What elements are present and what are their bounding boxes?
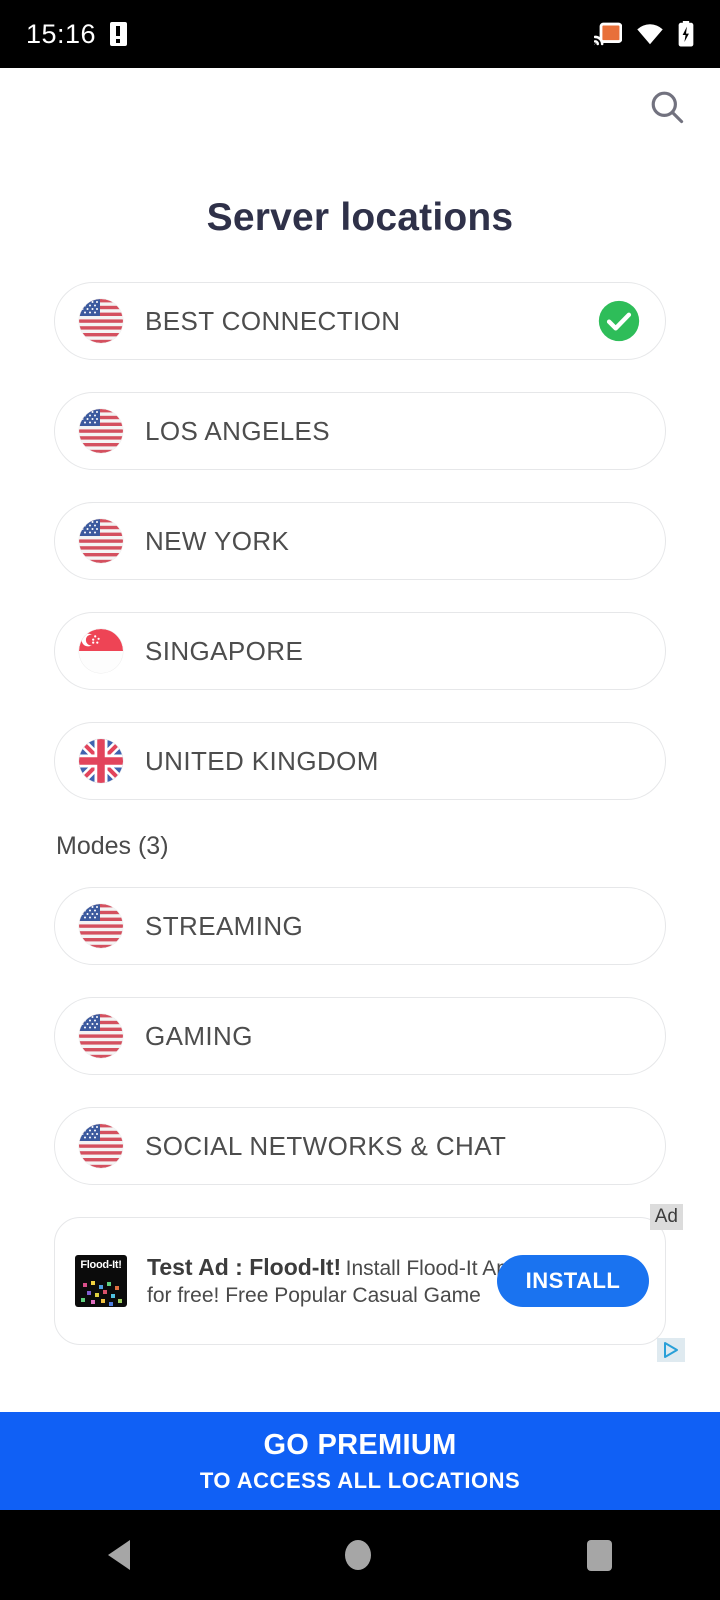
back-icon[interactable] — [107, 1540, 130, 1570]
status-bar-left: 15:16 — [26, 18, 128, 50]
adchoices-icon[interactable] — [657, 1338, 685, 1362]
location-item-new-york[interactable]: NEW YORK — [54, 502, 666, 580]
wifi-icon — [636, 22, 664, 46]
location-label: BEST CONNECTION — [145, 305, 401, 336]
location-item-los-angeles[interactable]: LOS ANGELES — [54, 392, 666, 470]
ad-badge: Ad — [649, 1204, 683, 1230]
mode-label: GAMING — [145, 1020, 253, 1051]
status-bar-right — [593, 21, 694, 47]
location-label: LOS ANGELES — [145, 415, 331, 446]
sim-card-icon — [110, 22, 128, 46]
modes-section-label: Modes (3) — [56, 832, 169, 860]
recents-icon[interactable] — [587, 1539, 613, 1571]
go-premium-banner[interactable]: GO PREMIUM TO ACCESS ALL LOCATIONS — [0, 1412, 720, 1510]
status-bar: 15:16 — [0, 0, 720, 68]
mode-item-streaming[interactable]: STREAMING — [54, 887, 666, 965]
us-flag-icon — [79, 1124, 123, 1168]
go-premium-title: GO PREMIUM — [263, 1428, 457, 1461]
gb-flag-icon — [79, 739, 123, 783]
phone-screen: 15:16 Server locations BEST CONNECTION L… — [0, 0, 720, 1600]
main-content: BEST CONNECTION LOS ANGELES NEW YORK SIN… — [0, 282, 720, 1412]
us-flag-icon — [79, 904, 123, 948]
ad-text-block: Test Ad : Flood-It! Install Flood-It App… — [147, 1253, 527, 1309]
android-nav-bar — [0, 1510, 720, 1600]
selected-check-icon — [597, 299, 641, 343]
ad-banner[interactable]: Ad Flood-It! Test Ad: Flood-It! Install… — [54, 1204, 685, 1362]
ad-install-button[interactable]: INSTALL — [497, 1255, 649, 1307]
battery-charging-icon — [678, 21, 694, 47]
mode-label: SOCIAL NETWORKS & CHAT — [145, 1130, 507, 1161]
us-flag-icon — [79, 519, 123, 563]
mode-item-gaming[interactable]: GAMING — [54, 997, 666, 1075]
us-flag-icon — [79, 409, 123, 453]
home-icon[interactable] — [345, 1540, 372, 1570]
mode-item-social-networks-chat[interactable]: SOCIAL NETWORKS & CHAT — [54, 1107, 666, 1185]
app-bar — [0, 68, 720, 146]
location-item-united-kingdom[interactable]: UNITED KINGDOM — [54, 722, 666, 800]
cast-icon — [593, 22, 623, 46]
sg-flag-icon — [79, 629, 123, 673]
search-icon[interactable] — [644, 84, 690, 130]
mode-label: STREAMING — [145, 910, 304, 941]
status-bar-clock: 15:16 — [26, 18, 97, 49]
ad-app-icon: Flood-It! — [75, 1255, 127, 1307]
us-flag-icon — [79, 299, 123, 343]
location-label: UNITED KINGDOM — [145, 745, 379, 776]
location-label: SINGAPORE — [145, 635, 304, 666]
location-item-best-connection[interactable]: BEST CONNECTION — [54, 282, 666, 360]
us-flag-icon — [79, 1014, 123, 1058]
page-title: Server locations — [206, 196, 514, 239]
location-item-singapore[interactable]: SINGAPORE — [54, 612, 666, 690]
ad-title: Test Ad : Flood-It! — [147, 1254, 342, 1281]
go-premium-subtitle: TO ACCESS ALL LOCATIONS — [199, 1467, 521, 1493]
location-label: NEW YORK — [145, 525, 290, 556]
